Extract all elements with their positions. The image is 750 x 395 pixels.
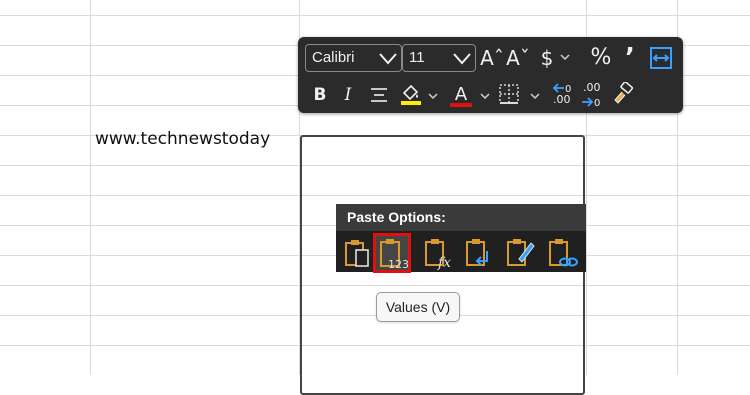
- paste-transpose-icon: [466, 239, 488, 266]
- values-badge: 123: [388, 258, 409, 271]
- font-size-select[interactable]: 11: [402, 44, 476, 72]
- font-name-value: Calibri: [312, 49, 355, 66]
- chevron-down-icon[interactable]: [530, 91, 540, 101]
- mini-toolbar: Calibri 11 Aˆ Aˇ $ % ’ B I A 0 .00 .00 0: [298, 37, 683, 113]
- paste-formulas-button[interactable]: fx: [422, 235, 456, 271]
- paste-options-header: Paste Options:: [336, 204, 586, 231]
- paste-formulas-icon: fx: [425, 239, 451, 271]
- decimal-decrease-label: .00: [583, 81, 601, 94]
- chevron-down-icon: [379, 53, 397, 65]
- formulas-badge: fx: [437, 255, 451, 271]
- italic-icon: I: [344, 85, 352, 105]
- paste-link-icon: [549, 239, 578, 267]
- merge-center-icon[interactable]: [650, 47, 672, 69]
- increase-decimal-button[interactable]: 0 .00: [550, 81, 576, 109]
- chevron-down-icon[interactable]: [560, 52, 570, 62]
- increase-font-icon: Aˆ: [480, 46, 504, 70]
- arrow-right-icon: 0: [582, 97, 600, 109]
- paste-formatting-button[interactable]: [504, 235, 538, 271]
- font-color-icon: A: [454, 84, 468, 105]
- comma-style-button[interactable]: ’: [620, 44, 640, 72]
- paste-formatting-icon: [507, 239, 535, 266]
- cell-value[interactable]: www.technewstoday: [95, 129, 270, 149]
- format-painter-icon[interactable]: [610, 82, 634, 106]
- decrease-font-icon: Aˇ: [506, 46, 530, 70]
- paste-transpose-button[interactable]: [463, 235, 497, 271]
- borders-icon[interactable]: [498, 83, 520, 105]
- font-size-value: 11: [409, 49, 425, 66]
- font-color-swatch: [450, 103, 472, 107]
- accounting-format-button[interactable]: $: [536, 44, 558, 72]
- paste-button[interactable]: [341, 235, 375, 271]
- tooltip: Values (V): [376, 292, 460, 322]
- currency-icon: $: [540, 46, 554, 70]
- italic-button[interactable]: I: [338, 81, 358, 109]
- paste-values-icon: 123: [380, 239, 409, 271]
- decrease-font-size-button[interactable]: Aˇ: [506, 44, 530, 72]
- paste-icon: [345, 240, 369, 267]
- decimal-increase-label: .00: [553, 93, 571, 106]
- bold-icon: B: [313, 85, 327, 105]
- chevron-down-icon: [453, 53, 471, 65]
- align-center-icon[interactable]: [369, 86, 389, 104]
- decrease-decimal-button[interactable]: .00 0: [580, 81, 606, 109]
- chevron-down-icon[interactable]: [428, 91, 438, 101]
- bold-button[interactable]: B: [310, 81, 330, 109]
- paste-values-button[interactable]: 123: [373, 233, 411, 273]
- comma-icon: ’: [625, 43, 635, 73]
- percent-icon: %: [590, 45, 612, 70]
- chevron-down-icon[interactable]: [480, 91, 490, 101]
- increase-font-size-button[interactable]: Aˆ: [480, 44, 504, 72]
- fill-color-icon[interactable]: [399, 82, 423, 106]
- percent-style-button[interactable]: %: [588, 44, 614, 72]
- font-name-select[interactable]: Calibri: [305, 44, 402, 72]
- svg-text:0: 0: [594, 98, 600, 109]
- paste-options-panel: Paste Options: 123 fx: [336, 204, 586, 273]
- paste-link-button[interactable]: [546, 235, 580, 271]
